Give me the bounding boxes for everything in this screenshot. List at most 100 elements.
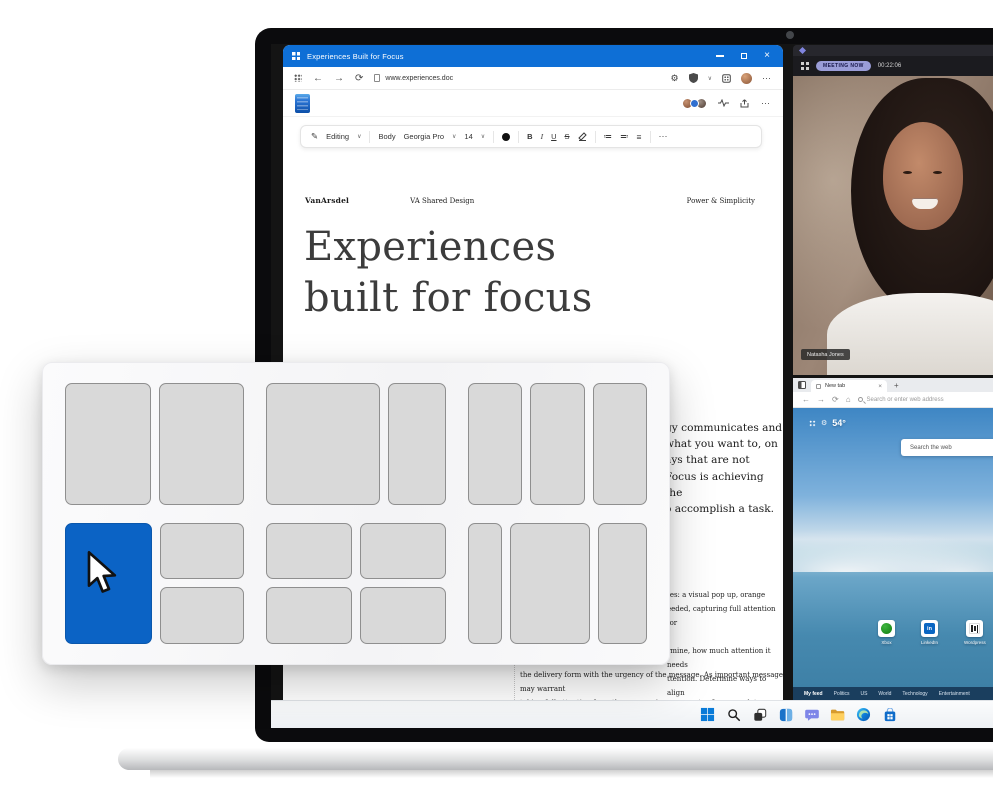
snap-zone[interactable] [160, 523, 245, 580]
snap-zone[interactable] [468, 523, 502, 645]
snap-option-two-columns[interactable] [65, 383, 244, 505]
bold-button[interactable]: B [527, 132, 532, 141]
activity-icon[interactable] [718, 99, 729, 107]
feed-item-entertainment[interactable]: Entertainment [939, 691, 970, 697]
browser-tab[interactable]: New tab × [811, 380, 887, 392]
bullet-list-icon[interactable]: ≔ [604, 131, 613, 142]
edge-icon[interactable] [854, 705, 873, 724]
snap-option-three-columns[interactable] [468, 383, 647, 505]
maximize-icon[interactable] [741, 53, 747, 59]
font-name-dropdown[interactable]: Georgia Pro [404, 132, 444, 141]
address-field[interactable]: www.experiences.doc [374, 74, 659, 82]
shield-icon[interactable] [689, 73, 698, 83]
snap-zone[interactable] [360, 523, 446, 580]
close-icon[interactable]: × [764, 53, 770, 59]
feed-item-politics[interactable]: Politics [834, 691, 850, 697]
home-icon[interactable]: ⌂ [846, 395, 851, 404]
task-view-icon[interactable] [750, 705, 769, 724]
font-size-dropdown[interactable]: 14 [464, 132, 472, 141]
snap-option-wide-left[interactable] [266, 383, 445, 505]
window-controls: × [716, 53, 774, 59]
forward-icon[interactable]: → [334, 73, 344, 84]
search-icon[interactable] [724, 705, 743, 724]
chevron-down-icon[interactable]: ∨ [708, 75, 712, 82]
app-grid-icon [292, 52, 300, 60]
snap-zone[interactable] [160, 587, 245, 644]
font-color-icon[interactable] [502, 133, 510, 141]
chat-icon[interactable] [802, 705, 821, 724]
more-icon[interactable]: ⋯ [761, 98, 771, 109]
share-icon[interactable] [740, 99, 750, 108]
refresh-icon[interactable]: ⟳ [832, 395, 839, 404]
gallery-grid-icon[interactable] [801, 62, 809, 70]
back-icon[interactable]: ← [313, 73, 323, 84]
snap-option-quad[interactable] [266, 523, 445, 645]
address-input[interactable]: Search or enter web address [858, 397, 944, 403]
highlighter-icon[interactable] [578, 132, 587, 141]
quick-link-xbox[interactable]: Xbox [878, 620, 895, 645]
collaborator-avatars[interactable] [682, 98, 707, 109]
editing-mode-dropdown[interactable]: Editing [326, 132, 349, 141]
snap-zone[interactable] [388, 383, 446, 505]
word-app-icon[interactable] [295, 94, 310, 113]
underline-button[interactable]: U [551, 132, 556, 141]
forward-icon[interactable]: → [817, 395, 825, 404]
layout-grid-icon[interactable] [809, 420, 816, 427]
divider [369, 131, 370, 143]
numbered-list-icon[interactable]: ≕ [620, 131, 629, 142]
tab-favicon [816, 384, 821, 389]
minimize-icon[interactable] [716, 55, 724, 57]
weather-widget[interactable]: ⚙ 54° [809, 418, 846, 428]
collections-icon[interactable] [722, 74, 731, 83]
browser-window: New tab × + ← → ⟳ ⌂ Search or enter web … [793, 378, 993, 700]
doc-app-header: ⋯ [283, 90, 783, 117]
feed-item-world[interactable]: World [878, 691, 891, 697]
style-dropdown[interactable]: Body [378, 132, 395, 141]
chevron-down-icon[interactable]: ∨ [481, 133, 485, 140]
waffle-icon[interactable] [294, 74, 302, 82]
snap-zone[interactable] [266, 523, 352, 580]
tab-close-icon[interactable]: × [878, 383, 882, 390]
more-icon[interactable]: ⋯ [659, 131, 669, 142]
doc-titlebar: Experiences Built for Focus × [283, 45, 783, 67]
snap-zone[interactable] [65, 383, 151, 505]
quick-link-linkedin[interactable]: in LinkedIn [921, 620, 938, 645]
snap-zone[interactable] [530, 383, 584, 505]
align-icon[interactable]: ≡ [637, 132, 642, 142]
paragraph-bottom: the delivery form with the urgency of th… [520, 668, 783, 700]
snap-zone[interactable] [598, 523, 647, 645]
eye [903, 171, 912, 174]
snap-zone[interactable] [468, 383, 522, 505]
feed-item-technology[interactable]: Technology [902, 691, 927, 697]
snap-zone[interactable] [159, 383, 245, 505]
page-settings-icon[interactable]: ⚙ [821, 419, 827, 427]
strikethrough-button[interactable]: S [565, 132, 570, 141]
snap-zone[interactable] [593, 383, 647, 505]
meeting-titlebar [793, 45, 993, 56]
snap-zone[interactable] [510, 523, 591, 645]
italic-button[interactable]: I [541, 132, 544, 141]
smile [912, 198, 938, 209]
file-explorer-icon[interactable] [828, 705, 847, 724]
more-icon[interactable]: ⋯ [762, 73, 772, 84]
chevron-down-icon[interactable]: ∨ [357, 133, 361, 140]
chevron-down-icon[interactable]: ∨ [452, 133, 456, 140]
snap-zone[interactable] [266, 383, 380, 505]
start-button[interactable] [698, 705, 717, 724]
web-search-box[interactable]: Search the web [901, 439, 993, 456]
feed-item-us[interactable]: US [860, 691, 867, 697]
feed-item-my-feed[interactable]: My feed [804, 691, 823, 697]
snap-zone[interactable] [360, 587, 446, 644]
quick-link-wordpress[interactable]: Wordpress [964, 620, 986, 645]
back-icon[interactable]: ← [802, 395, 810, 404]
profile-avatar[interactable] [741, 73, 752, 84]
settings-sparkle-icon[interactable]: ⚙ [671, 73, 679, 84]
snap-zone[interactable] [266, 587, 352, 644]
refresh-icon[interactable]: ⟳ [355, 73, 363, 84]
widgets-icon[interactable] [776, 705, 795, 724]
snap-option-narrow-wide-narrow[interactable] [468, 523, 647, 645]
new-tab-icon[interactable]: + [894, 381, 899, 390]
paragraph-fragment-column: gy communicates and what you want to, on… [665, 420, 783, 517]
store-icon[interactable] [880, 705, 899, 724]
workspaces-icon[interactable] [798, 381, 806, 389]
